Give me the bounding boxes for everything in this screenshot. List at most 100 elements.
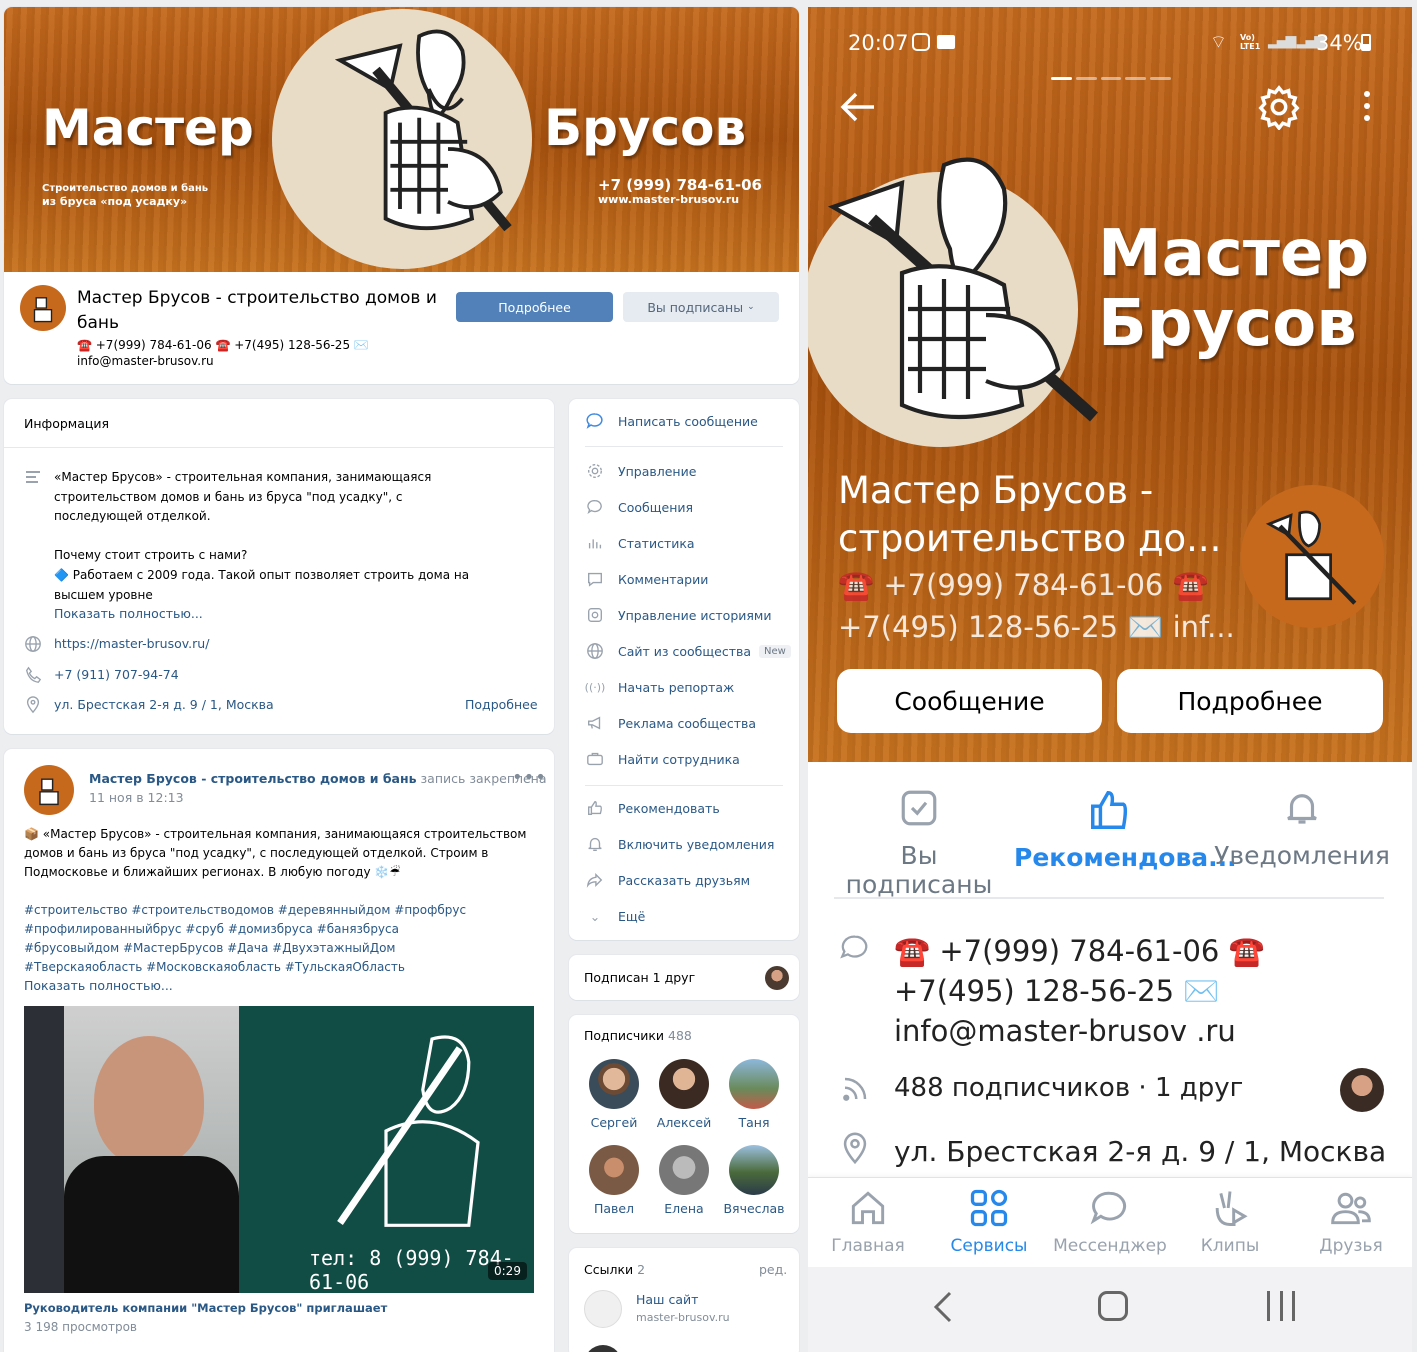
wifi-icon: ⌔ xyxy=(1210,32,1227,53)
chevron-down-icon: ⌄ xyxy=(747,302,755,312)
menu-item-more[interactable]: ⌄ Ещё xyxy=(585,906,646,926)
subscriber-item[interactable]: Таня xyxy=(719,1059,789,1130)
back-arrow-icon[interactable] xyxy=(838,89,878,125)
group-avatar[interactable] xyxy=(20,285,66,331)
avatar xyxy=(589,1145,639,1195)
nav-clips[interactable]: Клипы xyxy=(1170,1186,1290,1256)
new-badge: New xyxy=(759,644,791,658)
mobile-message-button[interactable]: Сообщение xyxy=(837,669,1102,733)
briefcase-icon xyxy=(585,749,605,769)
subscribers-header[interactable]: Подписчики 488 xyxy=(584,1028,692,1043)
subscribed-action[interactable]: Вы подписаны xyxy=(826,787,1012,899)
mobile-info-contacts: ☎️ +7(999) 784-61-06 ☎️ +7(495) 128-56-2… xyxy=(894,934,1265,1048)
chevron-down-icon: ⌄ xyxy=(589,908,601,924)
menu-item-messages[interactable]: Сообщения xyxy=(585,497,693,517)
post-show-more[interactable]: Показать полностью... xyxy=(24,978,173,993)
info-details-link[interactable]: Подробнее xyxy=(465,697,538,712)
post-author-name[interactable]: Мастер Брусов - строительство домов и ба… xyxy=(89,771,417,786)
gear-icon[interactable] xyxy=(1256,84,1302,130)
menu-item-share[interactable]: Рассказать друзьям xyxy=(585,870,750,890)
divider xyxy=(585,446,783,447)
link-thumb[interactable] xyxy=(584,1290,622,1328)
more-button[interactable]: Подробнее xyxy=(456,292,613,322)
info-show-more[interactable]: Показать полностью... xyxy=(54,606,203,621)
mobile-followers[interactable]: 488 подписчиков · 1 друг xyxy=(894,1073,1243,1103)
post-text: 📦 «Мастер Брусов» - строительная компани… xyxy=(24,827,527,879)
signal-icon: ▂▄▆ ▂▄▆ xyxy=(1268,33,1325,49)
group-name: Мастер Брусов - строительство домов и ба… xyxy=(77,288,437,333)
desktop-header-card: Мастер Брусов Строительство домов и бань… xyxy=(4,7,799,384)
notifications-action[interactable]: Уведомления xyxy=(1212,787,1392,870)
system-home-icon[interactable] xyxy=(1098,1291,1128,1321)
post-author-avatar[interactable] xyxy=(24,765,74,815)
cover-tagline-2: из бруса «под усадку» xyxy=(42,195,188,208)
subscriber-item[interactable]: Сергей xyxy=(579,1059,649,1130)
battery-level: 34% xyxy=(1316,31,1363,55)
menu-item-site[interactable]: Сайт из сообщества New xyxy=(585,641,791,661)
nav-messenger[interactable]: Мессенджер xyxy=(1050,1186,1170,1256)
group-contacts: ☎️ +7(999) 784-61-06 ☎️ +7(495) 128-56-2… xyxy=(77,338,369,368)
subscriber-name: Вячеслав xyxy=(723,1201,785,1216)
menu-item-ads[interactable]: Реклама сообщества xyxy=(585,713,756,733)
mobile-address[interactable]: ул. Брестская 2-я д. 9 / 1, Москва xyxy=(894,1135,1386,1168)
friend-card[interactable]: Подписан 1 друг xyxy=(569,955,799,1000)
message-bubble-icon xyxy=(585,411,605,431)
subscribed-button[interactable]: Вы подписаны ⌄ xyxy=(623,292,779,322)
nav-label: Клипы xyxy=(1200,1236,1260,1256)
subscriber-item[interactable]: Вячеслав xyxy=(719,1145,789,1216)
menu-item-comments[interactable]: Комментарии xyxy=(585,569,708,589)
more-vertical-icon[interactable] xyxy=(1364,91,1372,121)
link-title[interactable]: Наш сайт xyxy=(636,1292,698,1307)
recommend-action[interactable]: Рекомендова... xyxy=(1014,787,1237,872)
phone-icon xyxy=(25,666,42,683)
video-views: 3 198 просмотров xyxy=(24,1320,137,1334)
globe-icon xyxy=(25,636,41,652)
post-card: Мастер Брусов - строительство домов и ба… xyxy=(4,749,554,1352)
info-address[interactable]: ул. Брестская 2-я д. 9 / 1, Москва xyxy=(54,697,274,712)
nav-services[interactable]: Сервисы xyxy=(929,1186,1049,1256)
menu-item-notify[interactable]: Включить уведомления xyxy=(585,834,774,854)
info-site-link[interactable]: https://master-brusov.ru/ xyxy=(54,636,209,651)
post-date[interactable]: 11 ноя в 12:13 xyxy=(89,790,184,805)
subscriber-item[interactable]: Павел xyxy=(579,1145,649,1216)
info-phone[interactable]: +7 (911) 707-94-74 xyxy=(54,667,179,682)
post-hashtags[interactable]: #строительство #строительстводомов #дере… xyxy=(24,901,494,977)
video-title[interactable]: Руководитель компании "Мастер Брусов" пр… xyxy=(24,1301,387,1315)
menu-item-hire[interactable]: Найти сотрудника xyxy=(585,749,740,769)
cover-phone: +7 (999) 784-61-06 xyxy=(598,176,762,194)
story-progress xyxy=(1051,77,1171,80)
subscriber-item[interactable]: Елена xyxy=(649,1145,719,1216)
subscriber-item[interactable]: Алексей xyxy=(649,1059,719,1130)
system-recents-icon[interactable] xyxy=(1267,1291,1295,1321)
mobile-group-avatar[interactable] xyxy=(1241,485,1384,628)
menu-item-stories[interactable]: Управление историями xyxy=(585,605,771,625)
menu-item-label: Начать репортаж xyxy=(618,679,735,695)
info-desc-2: Почему стоит строить с нами? xyxy=(54,548,248,562)
menu-item-recommend[interactable]: Рекомендовать xyxy=(585,798,720,818)
video-thumbnail[interactable]: тел: 8 (999) 784-61-06 0:29 xyxy=(24,1006,534,1293)
mobile-more-button[interactable]: Подробнее xyxy=(1117,669,1383,733)
info-title: Информация xyxy=(24,416,110,431)
system-back-icon[interactable] xyxy=(930,1289,958,1325)
menu-item-manage[interactable]: Управление xyxy=(585,461,696,481)
bottom-nav: Главная Сервисы Мессенджер Клипы Друзья xyxy=(808,1177,1412,1267)
nav-friends[interactable]: Друзья xyxy=(1291,1186,1411,1256)
battery-icon xyxy=(1361,34,1371,51)
nav-home[interactable]: Главная xyxy=(808,1186,928,1256)
avatar xyxy=(659,1059,709,1109)
menu-item-label: Включить уведомления xyxy=(618,836,775,852)
globe-icon xyxy=(585,641,605,661)
more-dots-icon[interactable]: ••• xyxy=(512,767,547,788)
links-edit[interactable]: ред. xyxy=(759,1262,787,1277)
menu-item-label: Статистика xyxy=(618,535,695,551)
friend-avatar[interactable] xyxy=(1340,1068,1384,1112)
status-time: 20:07 xyxy=(848,31,909,55)
links-header[interactable]: Ссылки 2 xyxy=(584,1262,645,1277)
bell-icon xyxy=(585,834,605,854)
write-message-item[interactable]: Написать сообщение xyxy=(585,411,758,431)
share-arrow-icon xyxy=(585,870,605,890)
menu-item-label: Комментарии xyxy=(618,571,709,587)
menu-item-live[interactable]: ((·)) Начать репортаж xyxy=(585,677,735,697)
menu-item-stats[interactable]: Статистика xyxy=(585,533,695,553)
friend-avatar[interactable] xyxy=(765,966,789,990)
